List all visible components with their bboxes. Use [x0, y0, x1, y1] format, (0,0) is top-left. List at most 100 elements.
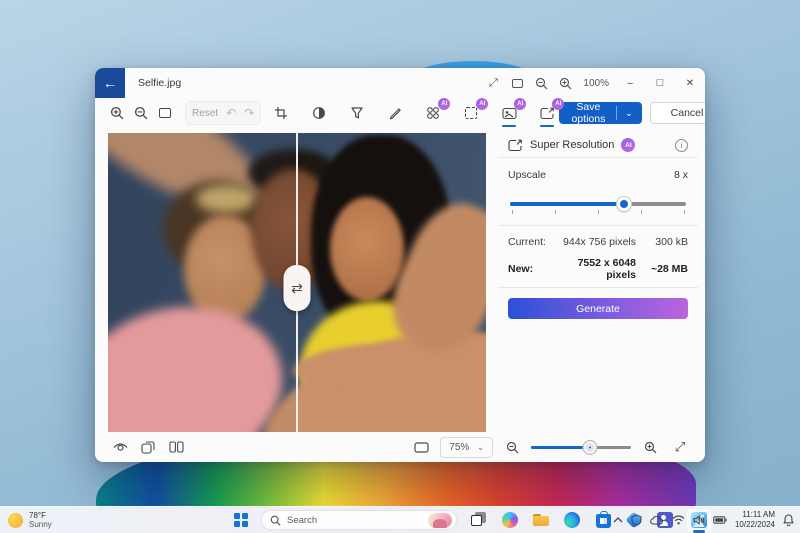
crop-icon — [275, 107, 288, 119]
selected-tool-indicator — [540, 124, 555, 127]
view-zoom-slider[interactable] — [531, 440, 631, 455]
preview-toggle-button[interactable] — [109, 436, 131, 458]
weather-condition: Sunny — [29, 520, 52, 529]
upscale-slider[interactable] — [510, 195, 686, 217]
battery-icon — [713, 516, 727, 524]
zoom-in-button[interactable] — [553, 68, 577, 98]
compare-split-handle[interactable]: ⇄ — [283, 265, 311, 311]
chevron-down-icon[interactable]: ⌄ — [616, 108, 642, 119]
slider-thumb[interactable] — [582, 440, 598, 455]
slider-fill — [531, 446, 590, 449]
info-icon[interactable]: i — [675, 138, 688, 152]
weather-widget[interactable]: 78°F Sunny — [8, 511, 52, 529]
generate-button[interactable]: Generate — [508, 298, 688, 319]
current-size-value: 944x 756 pixels — [563, 236, 636, 248]
adjust-tool-button[interactable] — [307, 101, 331, 125]
actual-size-icon — [511, 78, 523, 88]
fullscreen-button[interactable]: ⤢ — [481, 68, 505, 98]
wifi-icon — [672, 515, 685, 525]
zoom-percent-dropdown[interactable]: 75% ⌄ — [440, 436, 493, 458]
security-tray-button[interactable] — [631, 514, 642, 526]
ai-super-resolution-button[interactable]: AI — [535, 98, 565, 127]
search-box[interactable]: Search — [261, 510, 457, 530]
redo-icon[interactable]: ↷ — [244, 106, 254, 120]
history-group: Reset ↶ ↷ — [185, 101, 262, 125]
statusbar: 75% ⌄ ⤢ — [95, 432, 705, 462]
minimize-button[interactable]: – — [615, 68, 645, 98]
back-arrow-icon: ← — [103, 75, 117, 91]
zoom-in-icon — [644, 441, 656, 453]
start-button[interactable] — [234, 513, 248, 527]
zoom-in-icon — [110, 106, 124, 120]
edge-button[interactable] — [563, 511, 581, 529]
crop-tool-button[interactable] — [269, 101, 293, 125]
onedrive-tray-button[interactable] — [650, 515, 664, 525]
bell-icon — [783, 514, 794, 526]
adjustments-icon — [313, 107, 326, 119]
volume-tray-button[interactable] — [693, 515, 705, 525]
expand-icon: ⤢ — [489, 76, 498, 89]
new-filesize-value: ~28 MB — [650, 263, 688, 275]
canvas-fullscreen-button[interactable]: ⤢ — [669, 436, 691, 458]
system-tray: 11:11 AM 10/22/2024 — [613, 507, 794, 533]
slider-thumb[interactable] — [617, 197, 632, 211]
compare-icon — [141, 441, 155, 454]
size-info: Current: 944x 756 pixels 300 kB New: 755… — [498, 226, 698, 287]
zoom-out-icon — [535, 77, 548, 89]
zoom-out-button[interactable] — [529, 68, 553, 98]
chevron-down-icon: ⌄ — [477, 442, 484, 452]
actual-size-button[interactable] — [505, 68, 529, 98]
cloud-icon — [650, 515, 663, 525]
battery-tray-button[interactable] — [713, 516, 727, 524]
taskbar: 78°F Sunny Search 11:11 AM 10/22/2024 — [0, 506, 800, 533]
undo-icon[interactable]: ↶ — [226, 106, 236, 120]
microsoft-store-button[interactable] — [594, 511, 612, 529]
file-explorer-button[interactable] — [532, 511, 550, 529]
fit-to-window-button[interactable] — [153, 101, 177, 125]
back-button[interactable]: ← — [95, 68, 125, 98]
chevron-up-icon — [613, 517, 623, 523]
ai-erase-button[interactable]: AI — [497, 98, 527, 127]
reset-button[interactable]: Reset — [192, 108, 218, 119]
panel-title: Super Resolution — [530, 139, 615, 151]
super-resolution-icon — [540, 107, 554, 119]
filter-tool-button[interactable] — [345, 101, 369, 125]
sun-icon — [8, 512, 23, 528]
markup-tool-button[interactable] — [383, 101, 407, 125]
fit-to-window-icon — [159, 108, 171, 118]
copilot-icon — [502, 512, 518, 528]
speaker-icon — [693, 515, 705, 525]
desktop: ← Selfie.jpg ⤢ 100% – □ ✕ Reset ↶ ↷ AI A… — [0, 0, 800, 533]
canvas-zoom-out-button[interactable] — [129, 101, 153, 125]
hidden-icons-button[interactable] — [613, 517, 623, 523]
compare-overlay-button[interactable] — [137, 436, 159, 458]
copilot-button[interactable] — [501, 511, 519, 529]
upscale-value: 8 x — [673, 169, 688, 181]
view-zoom-in-button[interactable] — [639, 436, 661, 458]
view-zoom-out-button[interactable] — [501, 436, 523, 458]
ai-enhance-icon — [427, 107, 440, 119]
search-daily-image — [428, 512, 452, 528]
notifications-button[interactable] — [783, 514, 794, 526]
panel-header: Super Resolution AI i — [498, 133, 698, 157]
swap-arrows-icon: ⇄ — [291, 279, 303, 296]
new-label: New: — [508, 263, 534, 275]
close-icon: ✕ — [685, 77, 695, 89]
divider — [498, 287, 698, 288]
close-button[interactable]: ✕ — [675, 68, 705, 98]
ai-auto-enhance-button[interactable]: AI — [421, 98, 451, 125]
canvas-zoom-in-button[interactable] — [105, 101, 129, 125]
ai-background-button[interactable]: AI — [459, 98, 489, 125]
task-view-button[interactable] — [470, 511, 488, 529]
ai-badge: AI — [621, 138, 636, 152]
ai-background-icon — [465, 107, 478, 119]
maximize-button[interactable]: □ — [645, 68, 675, 98]
expand-icon: ⤢ — [674, 439, 686, 454]
side-by-side-button[interactable] — [165, 436, 187, 458]
wifi-tray-button[interactable] — [672, 515, 685, 525]
save-options-button[interactable]: Save options ⌄ — [559, 101, 642, 125]
fit-screen-button[interactable] — [410, 436, 432, 458]
cancel-button[interactable]: Cancel — [649, 102, 705, 124]
photo-canvas[interactable]: ⇄ — [108, 133, 486, 432]
clock[interactable]: 11:11 AM 10/22/2024 — [735, 510, 775, 529]
